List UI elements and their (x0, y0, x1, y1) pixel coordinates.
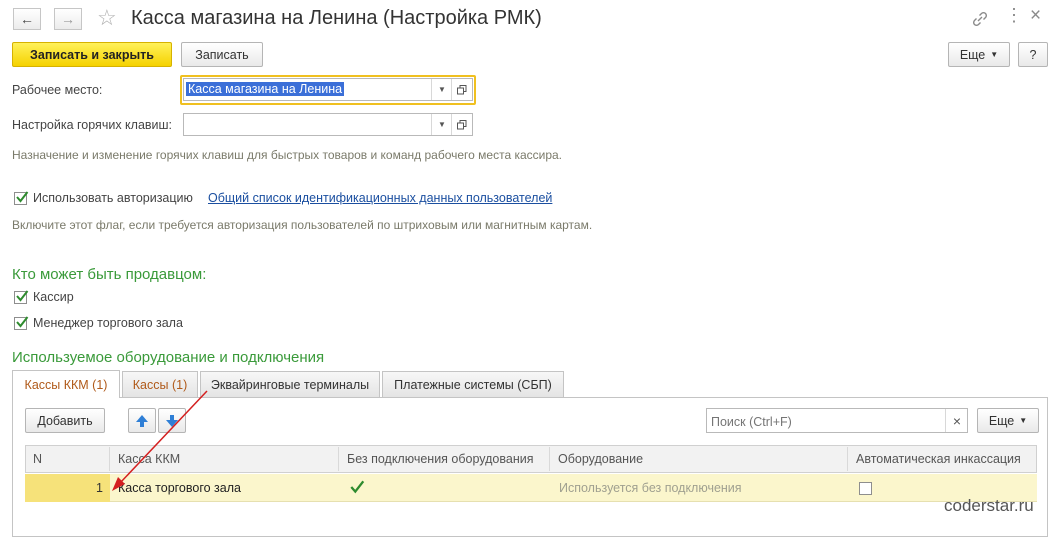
workplace-value: Касса магазина на Ленина (186, 82, 345, 96)
save-and-close-button[interactable]: Записать и закрыть (12, 42, 172, 67)
more-vertical-icon[interactable]: ⋮ (1005, 5, 1023, 26)
check-icon (16, 316, 29, 328)
save-button[interactable]: Записать (181, 42, 263, 67)
chevron-down-icon[interactable]: ▼ (431, 114, 452, 135)
sellers-section-title: Кто может быть продавцом: (12, 266, 207, 283)
open-icon[interactable] (451, 79, 472, 100)
hotkeys-label: Настройка горячих клавиш: (12, 118, 173, 132)
back-button[interactable]: ← (13, 8, 41, 30)
open-icon[interactable] (451, 114, 472, 135)
chevron-down-icon: ▼ (990, 50, 999, 59)
link-icon[interactable] (969, 8, 991, 30)
column-header-n[interactable]: N (25, 447, 110, 471)
hotkeys-hint: Назначение и изменение горячих клавиш дл… (12, 148, 563, 162)
clear-search-button[interactable]: × (945, 409, 968, 432)
row-number[interactable]: 1 (25, 474, 103, 502)
add-button[interactable]: Добавить (25, 408, 105, 433)
star-icon[interactable]: ☆ (97, 5, 117, 31)
tab-kkm[interactable]: Кассы ККМ (1) (12, 370, 120, 398)
arrow-right-icon: → (61, 11, 75, 27)
auth-data-link[interactable]: Общий список идентификационных данных по… (208, 191, 552, 205)
workplace-label: Рабочее место: (12, 83, 103, 97)
use-auth-checkbox[interactable] (14, 191, 29, 205)
row-no-connection-checkbox[interactable] (349, 480, 365, 495)
check-icon (16, 290, 29, 302)
search-field[interactable]: × (706, 408, 968, 433)
cashier-label: Кассир (33, 290, 74, 304)
use-auth-label: Использовать авторизацию (33, 191, 193, 205)
column-header-auto-collection[interactable]: Автоматическая инкассация (848, 447, 1037, 471)
column-header-no-connection[interactable]: Без подключения оборудования (339, 447, 550, 471)
page-title: Касса магазина на Ленина (Настройка РМК) (131, 7, 542, 29)
check-icon (16, 191, 29, 203)
workplace-field[interactable]: Касса магазина на Ленина ▼ (183, 78, 473, 101)
column-header-equipment[interactable]: Оборудование (550, 447, 848, 471)
search-input[interactable] (709, 411, 945, 432)
hotkeys-field[interactable]: ▼ (183, 113, 473, 136)
watermark: coderstar.ru (944, 496, 1034, 515)
tab-payment-systems[interactable]: Платежные системы (СБП) (382, 371, 564, 397)
table-more-label: Еще (988, 413, 1015, 428)
row-equipment[interactable]: Используется без подключения (559, 474, 742, 502)
tab-acquiring[interactable]: Эквайринговые терминалы (200, 371, 380, 397)
forward-button[interactable]: → (54, 8, 82, 30)
cashier-checkbox[interactable] (14, 290, 29, 304)
arrow-left-icon: ← (20, 11, 34, 27)
close-icon[interactable]: × (1030, 5, 1041, 27)
chevron-down-icon: ▼ (1019, 416, 1028, 425)
manager-checkbox[interactable] (14, 316, 29, 330)
table-more-button[interactable]: Еще ▼ (977, 408, 1039, 433)
help-button[interactable]: ? (1018, 42, 1048, 67)
equipment-section-title: Используемое оборудование и подключения (12, 349, 325, 366)
more-label: Еще (959, 47, 986, 62)
chevron-down-icon[interactable]: ▼ (431, 79, 452, 100)
annotation-arrow (112, 390, 208, 491)
auth-hint: Включите этот флаг, если требуется автор… (12, 218, 593, 232)
check-icon (350, 480, 365, 494)
row-auto-collection-checkbox[interactable] (859, 482, 872, 495)
manager-label: Менеджер торгового зала (33, 316, 183, 330)
more-button[interactable]: Еще ▼ (948, 42, 1010, 67)
